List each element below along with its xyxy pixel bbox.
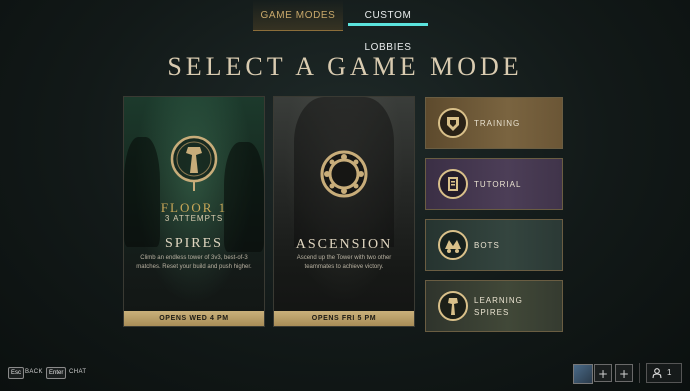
party-size-button[interactable]: 1 — [646, 363, 682, 383]
add-party-member-button[interactable]: + — [594, 364, 612, 382]
tab-game-modes[interactable]: GAME MODES — [253, 0, 343, 31]
learning-spires-label-line1: LEARNING — [474, 296, 523, 305]
spires-card[interactable]: FLOOR 1 3 ATTEMPTS SPIRES Climb an endle… — [123, 96, 265, 327]
party-icon — [652, 368, 662, 379]
ascension-title: ASCENSION — [295, 237, 393, 252]
tab-custom-lobbies[interactable]: CUSTOM LOBBIES — [344, 0, 432, 53]
ascension-open-time: OPENS FRI 5 PM — [274, 311, 414, 326]
divider — [639, 363, 640, 383]
learning-spires-label: LEARNING SPIRES — [474, 281, 523, 333]
learning-spires-button[interactable]: LEARNING SPIRES — [425, 280, 563, 332]
spires-open-time: OPENS WED 4 PM — [124, 311, 264, 326]
tab-game-modes-label: GAME MODES — [260, 10, 336, 21]
training-button[interactable]: TRAINING — [425, 97, 563, 149]
esc-key[interactable]: Esc — [8, 367, 25, 379]
ascension-emblem-icon — [320, 150, 368, 198]
party-count: 1 — [667, 368, 672, 377]
ascension-description: Ascend up the Tower with two other teamm… — [296, 255, 392, 270]
enter-key[interactable]: Enter — [46, 367, 67, 379]
tutorial-button[interactable]: TUTORIAL — [425, 158, 563, 210]
mode-tabs: GAME MODES CUSTOM LOBBIES — [0, 0, 690, 53]
spires-description: Climb an endless tower of 3v3, best-of-3… — [136, 255, 252, 270]
character-silhouette — [124, 137, 160, 247]
bots-label: BOTS — [474, 241, 500, 250]
tab-custom-lobbies-label: CUSTOM LOBBIES — [364, 10, 412, 53]
attempts-label: 3 ATTEMPTS — [164, 214, 224, 223]
back-label: BACK — [25, 369, 43, 375]
training-label: TRAINING — [474, 119, 521, 128]
learning-spires-label-line2: SPIRES — [474, 308, 510, 317]
ascension-card[interactable]: ASCENSION Ascend up the Tower with two o… — [273, 96, 415, 327]
add-party-member-button[interactable]: + — [615, 364, 633, 382]
tab-active-underline — [348, 23, 428, 26]
player-avatar[interactable] — [573, 364, 593, 384]
page-title: SELECT A GAME MODE — [167, 52, 523, 81]
tutorial-label: TUTORIAL — [474, 180, 522, 189]
bots-icon — [438, 230, 468, 260]
bottom-bar: Esc BACK Enter CHAT + + 1 — [0, 357, 690, 391]
spires-title: SPIRES — [165, 236, 223, 251]
learning-spires-icon — [438, 291, 468, 321]
tutorial-icon — [438, 169, 468, 199]
chat-label: CHAT — [69, 369, 87, 375]
spires-emblem-icon — [170, 135, 218, 191]
training-icon — [438, 108, 468, 138]
bots-button[interactable]: BOTS — [425, 219, 563, 271]
